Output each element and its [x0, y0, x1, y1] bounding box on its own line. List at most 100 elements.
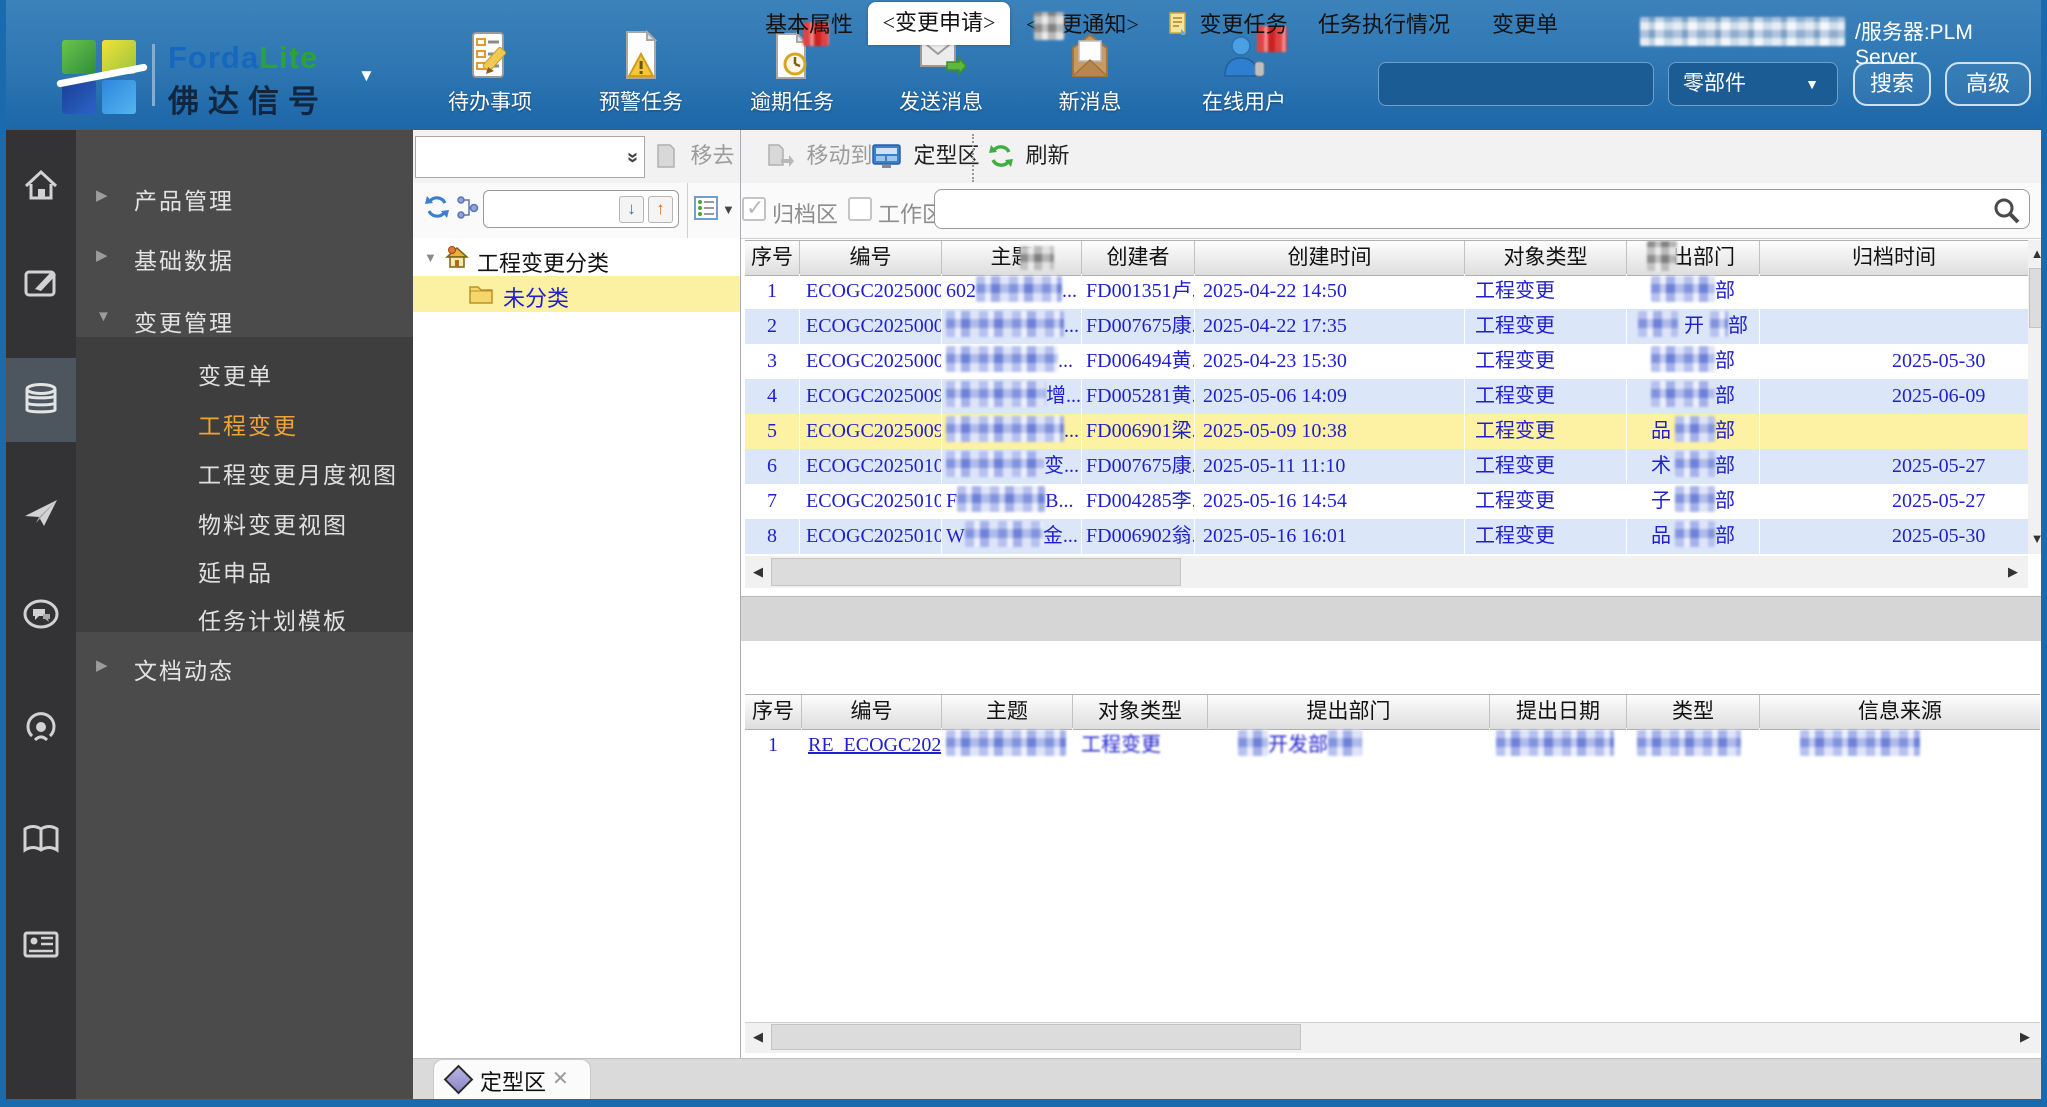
nav-item-base-data[interactable]: ▶ 基础数据 [76, 238, 413, 278]
subcol-header-subject[interactable]: 主题 [942, 695, 1073, 729]
tab-basic-properties[interactable]: 基本属性 [765, 8, 853, 45]
redacted-subject [957, 486, 1046, 512]
redacted-subject [946, 346, 1058, 372]
subcol-header-seq[interactable]: 序号 [745, 695, 802, 729]
tree-expanded-arrow-icon[interactable]: ▼ [424, 250, 437, 265]
col-header-seq[interactable]: 序号 [745, 241, 800, 275]
nav-subitem-engineering-change[interactable]: 工程变更 [76, 403, 413, 443]
table-row[interactable]: 2 ECOGC20250001 ... FD007675康... 2025-04… [745, 309, 2028, 344]
layout-combo-box[interactable]: » [415, 136, 645, 178]
nav-subitem-material-change-view[interactable]: 物料变更视图 [76, 502, 413, 542]
subcol-header-code[interactable]: 编号 [802, 695, 942, 729]
archive-zone-checkbox[interactable] [742, 195, 766, 221]
table-row[interactable]: 1 ECOGC20250000 602... FD001351卢... 2025… [745, 274, 2028, 309]
tree-hierarchy-icon[interactable] [456, 196, 480, 225]
database-icon[interactable] [21, 380, 61, 420]
table-row-selected[interactable]: 5 ECOGC20250099 ... FD006901梁... 2025-05… [745, 414, 2028, 449]
move-down-button[interactable]: ↓ [619, 196, 644, 223]
tree-filter-input[interactable]: ↓ ↑ [483, 190, 679, 228]
col-header-creator[interactable]: 创建者 [1082, 241, 1195, 275]
col-header-created[interactable]: 创建时间 [1195, 241, 1465, 275]
table-row[interactable]: 8 ECOGC20250104 W 金... FD006902翁... 2025-… [745, 519, 2028, 554]
chat-icon[interactable] [21, 594, 61, 634]
table-search-input[interactable] [934, 189, 2030, 229]
scroll-left-icon[interactable]: ◀ [747, 560, 769, 584]
tree-node-selected[interactable]: 未分类 [413, 276, 740, 312]
col-header-archived[interactable]: 归档时间 [1760, 241, 2028, 275]
redacted-type [1637, 730, 1741, 756]
subcol-header-source[interactable]: 信息来源 [1760, 695, 2040, 729]
view-list-icon[interactable] [694, 196, 718, 225]
idcard-icon[interactable] [21, 924, 61, 964]
book-icon[interactable] [21, 819, 61, 859]
sub-table-row[interactable]: 1 RE_ECOGC2025... 工程变更 开发部 [745, 728, 2040, 763]
tab-change-order[interactable]: 变更单 [1492, 8, 1558, 45]
subcol-header-date[interactable]: 提出日期 [1490, 695, 1627, 729]
horizontal-scroll-thumb[interactable] [771, 558, 1181, 586]
view-dropdown-caret-icon[interactable]: ▼ [722, 202, 735, 217]
home-icon[interactable] [21, 165, 61, 205]
col-header-code[interactable]: 编号 [800, 241, 942, 275]
table-row[interactable]: 4 ECOGC20250098 增... FD005281黄... 2025-0… [745, 379, 2028, 414]
tree-refresh-icon[interactable] [424, 194, 450, 225]
tree-root-row[interactable]: ▼ 工程变更分类 [413, 242, 740, 276]
subcol-header-objtype[interactable]: 对象类型 [1073, 695, 1208, 729]
search-category-select[interactable]: 零部件 ▼ [1668, 62, 1838, 106]
tab-change-tasks[interactable]: 变更任务 [1168, 8, 1288, 45]
close-icon[interactable]: ✕ [552, 1066, 569, 1091]
warning-tasks-button[interactable]: 预警任务 [576, 28, 706, 124]
redaction-patch [1647, 241, 1677, 271]
bottom-tab-finalize-zone[interactable]: 定型区 ✕ [433, 1059, 591, 1100]
nav-subitem-ec-monthly-view[interactable]: 工程变更月度视图 [76, 452, 413, 492]
brand-name-en: FordaLite [168, 40, 318, 76]
redacted-dept [1675, 521, 1715, 547]
remove-button[interactable]: 移去 [653, 138, 735, 178]
redaction-patch [1034, 12, 1064, 40]
refresh-button[interactable]: 刷新 [988, 138, 1070, 178]
col-header-objtype[interactable]: 对象类型 [1465, 241, 1627, 275]
col-header-dept[interactable]: 提出部门 [1627, 241, 1760, 275]
table-row[interactable]: 7 ECOGC20250103 F B... FD004285李... 2025-… [745, 484, 2028, 519]
server-label: /服务器:PLM Server [1855, 21, 1973, 69]
sub-horizontal-scroll-thumb[interactable] [771, 1024, 1301, 1050]
table-row[interactable]: 6 ECOGC20250101 变... FD007675康... 2025-0… [745, 449, 2028, 484]
scroll-right-icon[interactable]: ▶ [2002, 560, 2024, 584]
tree-root-label: 工程变更分类 [477, 251, 610, 276]
broadcast-icon[interactable] [21, 706, 61, 746]
edit-icon[interactable] [21, 262, 61, 302]
nav-subitem-change-order[interactable]: 变更单 [76, 353, 413, 393]
subcol-header-dept[interactable]: 提出部门 [1208, 695, 1490, 729]
search-icon[interactable] [1992, 196, 2020, 224]
nav-item-product-mgmt[interactable]: ▶ 产品管理 [76, 178, 413, 218]
finalize-zone-button[interactable]: 定型区 [872, 138, 980, 178]
redacted-subject [964, 521, 1043, 547]
window-frame [0, 1099, 2047, 1107]
nav-item-label: 基础数据 [134, 248, 234, 274]
subcol-header-type[interactable]: 类型 [1627, 695, 1760, 729]
redacted-dept [1328, 730, 1362, 756]
todo-items-button[interactable]: 待办事项 [425, 28, 555, 124]
move-to-button[interactable]: 移动到 [765, 138, 873, 178]
tab-task-execution[interactable]: 任务执行情况 [1318, 8, 1450, 45]
global-search-input[interactable] [1378, 62, 1654, 106]
warning-doc-icon [614, 28, 668, 84]
move-up-button[interactable]: ↑ [648, 196, 673, 223]
nav-item-label: 产品管理 [134, 188, 234, 214]
col-header-subject[interactable]: 主题 [942, 241, 1082, 275]
nav-subitem-task-plan-template[interactable]: 任务计划模板 [76, 598, 413, 638]
nav-item-doc-activity[interactable]: ▶ 文档动态 [76, 648, 413, 688]
redacted-source [1800, 730, 1920, 756]
tab-change-notice[interactable]: <变更通知> [1026, 8, 1139, 45]
sub-scroll-left-icon[interactable]: ◀ [747, 1025, 769, 1049]
table-row[interactable]: 3 ECOGC20250002 ... FD006494黄... 2025-04… [745, 344, 2028, 379]
nav-subitem-extension-product[interactable]: 延申品 [76, 550, 413, 590]
send-icon[interactable] [21, 492, 61, 532]
nav-item-change-mgmt[interactable]: ▼ 变更管理 [76, 300, 413, 340]
finalize-zone-label: 定型区 [913, 143, 980, 168]
workspace-checkbox[interactable] [848, 197, 872, 221]
brand-dropdown-caret-icon[interactable]: ▼ [358, 66, 375, 86]
sub-scroll-right-icon[interactable]: ▶ [2014, 1025, 2036, 1049]
window-frame [2041, 0, 2047, 1107]
tab-change-request-active[interactable]: <变更申请> [868, 2, 1010, 45]
redacted-dept [1238, 730, 1268, 756]
